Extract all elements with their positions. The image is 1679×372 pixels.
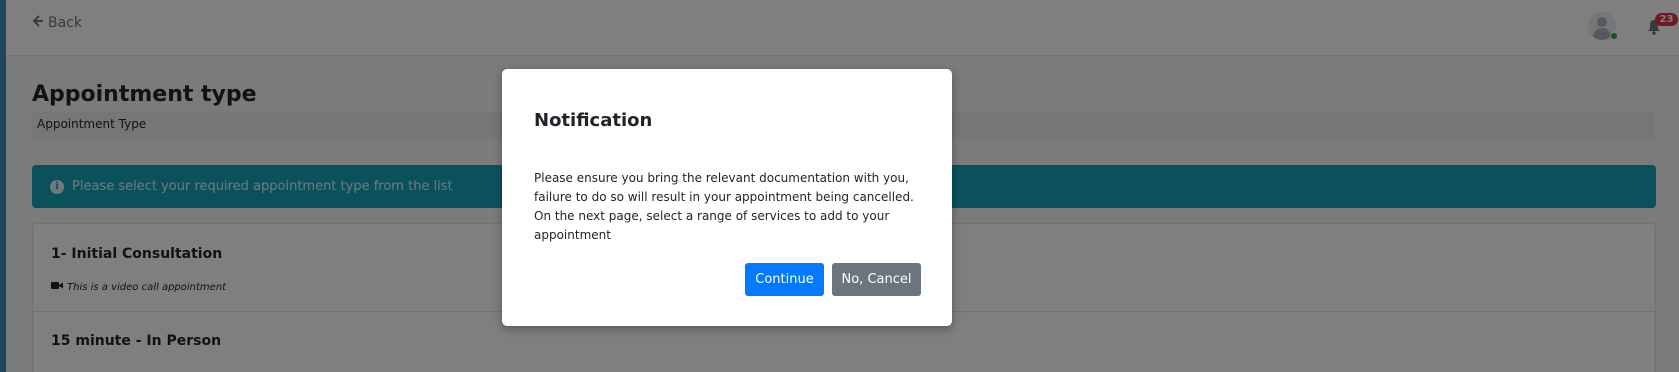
notification-modal: Notification Please ensure you bring the…: [502, 69, 952, 326]
modal-title: Notification: [534, 110, 653, 131]
cancel-button[interactable]: No, Cancel: [832, 263, 921, 296]
modal-body-text: Please ensure you bring the relevant doc…: [534, 171, 914, 242]
continue-button[interactable]: Continue: [745, 263, 824, 296]
